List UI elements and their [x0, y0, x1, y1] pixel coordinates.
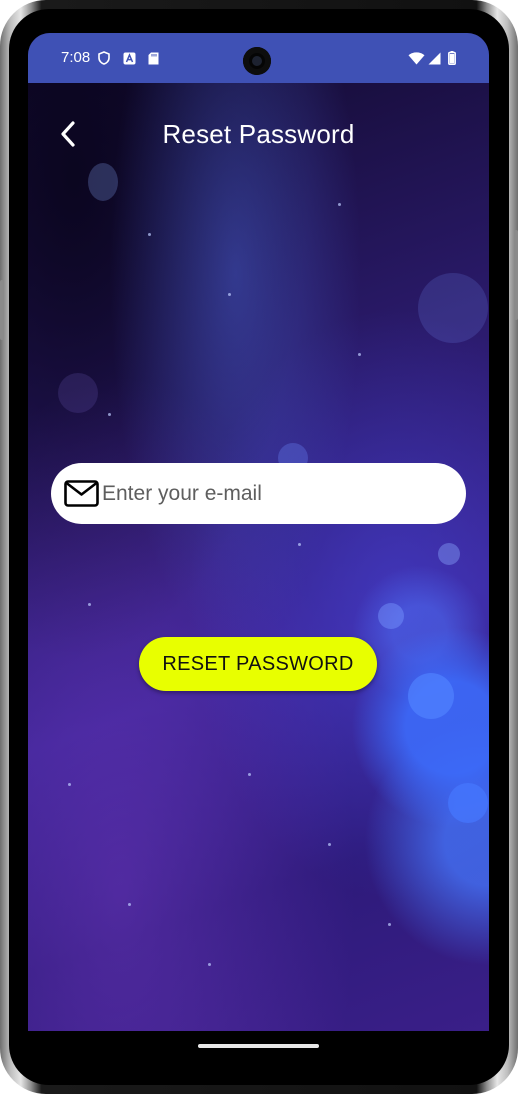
- sparkle: [328, 843, 331, 846]
- sparkle: [388, 923, 391, 926]
- sparkle: [148, 233, 151, 236]
- sparkle: [298, 543, 301, 546]
- bokeh-light: [88, 163, 118, 201]
- bokeh-light: [438, 543, 460, 565]
- envelope-icon: [64, 480, 99, 508]
- sparkle: [248, 773, 251, 776]
- bokeh-light: [58, 373, 98, 413]
- a-badge-icon: [123, 51, 136, 65]
- sparkle: [128, 903, 131, 906]
- status-time: 7:08: [61, 49, 91, 66]
- power-button: [0, 280, 4, 340]
- sparkle: [208, 963, 211, 966]
- home-gesture-handle[interactable]: [198, 1044, 319, 1048]
- shield-status-icon: [98, 51, 110, 65]
- sparkle: [228, 293, 231, 296]
- sparkle: [338, 203, 341, 206]
- page-title: Reset Password: [162, 119, 355, 149]
- sparkle: [68, 783, 71, 786]
- front-camera: [243, 47, 271, 75]
- bokeh-light: [408, 673, 454, 719]
- sd-card-icon: [148, 51, 159, 65]
- sparkle: [108, 413, 111, 416]
- battery-icon: [448, 51, 456, 65]
- navigation-bar: [28, 1031, 489, 1071]
- cell-signal-icon: [428, 51, 441, 65]
- sparkle: [358, 353, 361, 356]
- status-bar: 7:08: [28, 33, 489, 83]
- sparkle: [88, 603, 91, 606]
- wifi-icon: [408, 51, 425, 65]
- volume-button: [514, 230, 518, 320]
- bokeh-light: [448, 783, 488, 823]
- bokeh-light: [378, 603, 404, 629]
- app-screen: 7:08 Reset Password Enter your e-mail RE…: [28, 33, 489, 1031]
- email-field[interactable]: [51, 463, 466, 524]
- bokeh-light: [418, 273, 488, 343]
- galaxy-background: [28, 83, 489, 1031]
- email-input[interactable]: [102, 473, 452, 514]
- reset-password-button[interactable]: RESET PASSWORD: [139, 637, 377, 691]
